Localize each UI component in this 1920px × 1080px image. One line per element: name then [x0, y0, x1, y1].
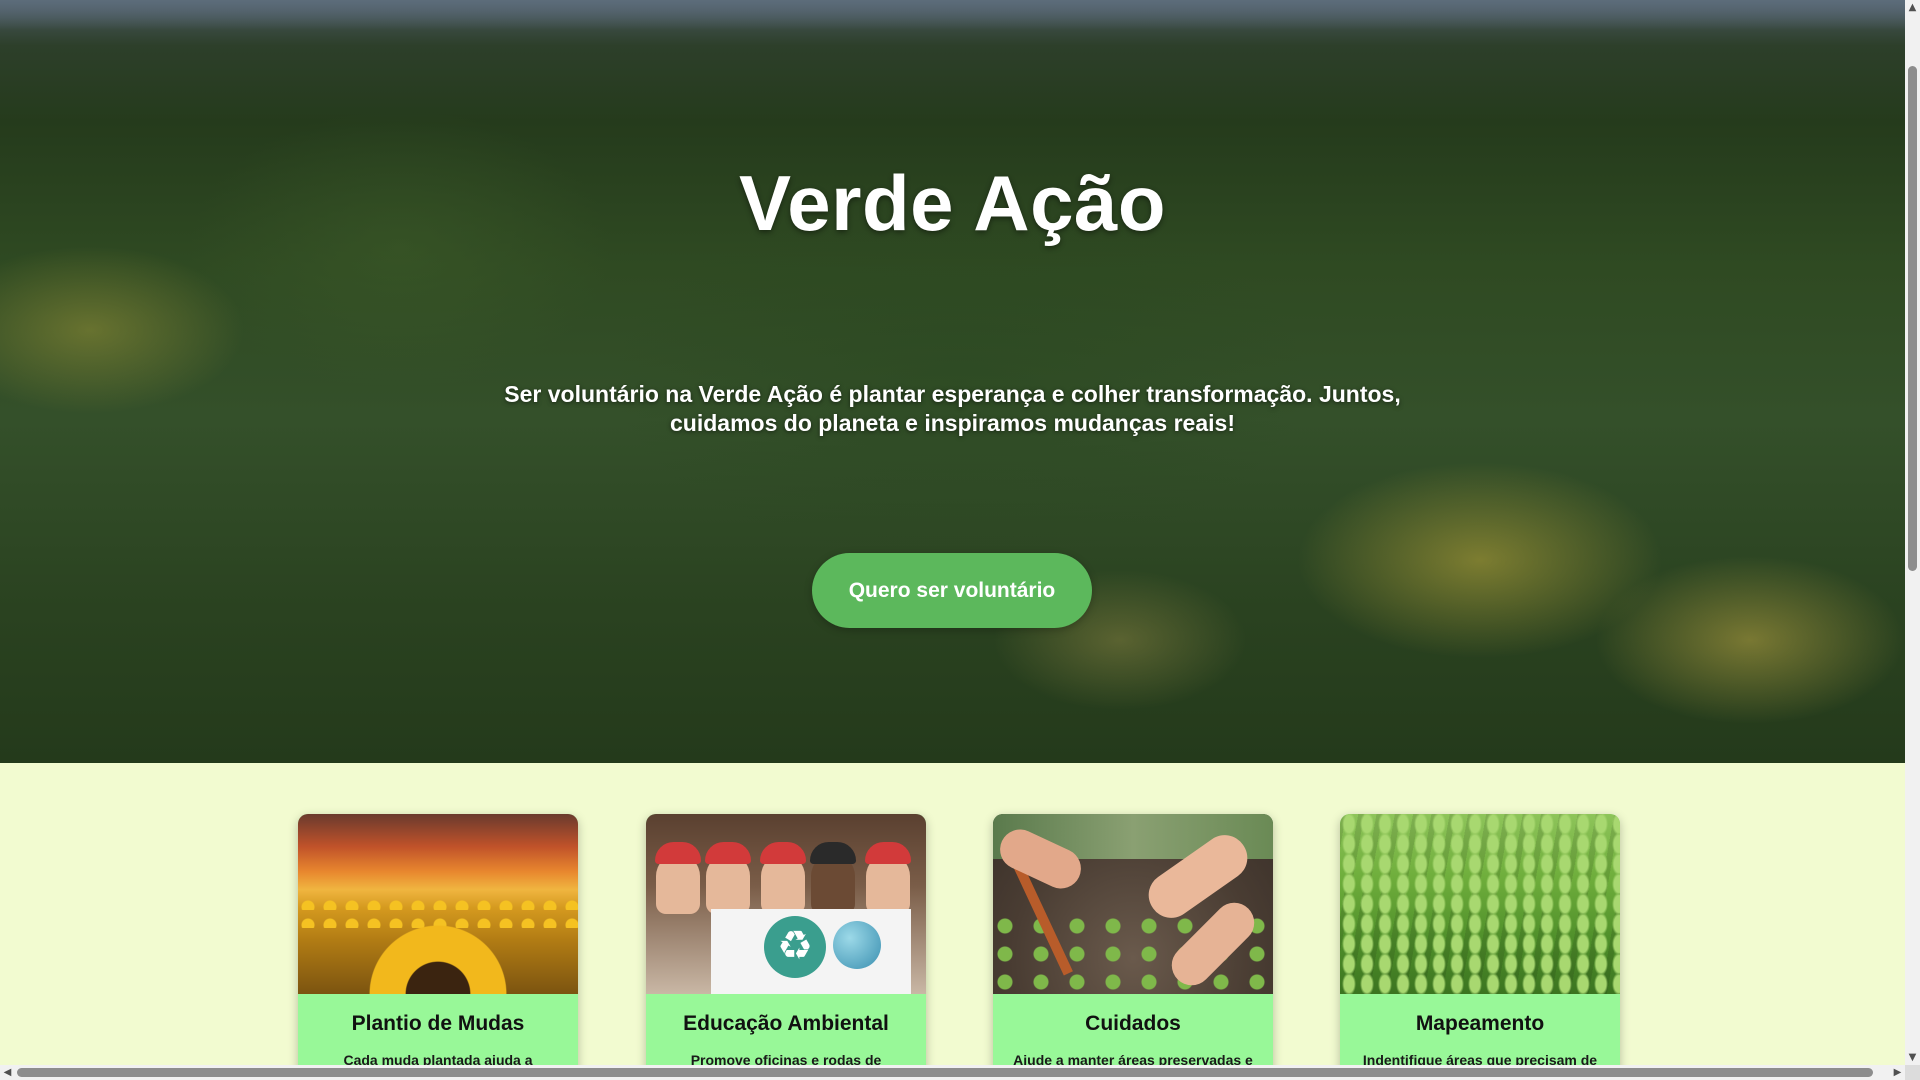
recycle-icon: ♻	[764, 916, 826, 978]
hero-subtitle: Ser voluntário na Verde Ação é plantar e…	[504, 381, 1401, 436]
card-plantio[interactable]: Plantio de Mudas Cada muda plantada ajud…	[298, 814, 578, 1065]
activities-section: Plantio de Mudas Cada muda plantada ajud…	[0, 763, 1905, 1065]
hero-title: Verde Ação	[739, 159, 1166, 247]
volunteer-cta-button[interactable]: Quero ser voluntário	[812, 553, 1092, 628]
horizontal-scroll-thumb[interactable]	[17, 1068, 1873, 1077]
card-title: Educação Ambiental	[683, 1012, 889, 1035]
scroll-up-arrow-icon[interactable]: ▲	[1905, 0, 1920, 15]
horizontal-scrollbar[interactable]: ◀ ▶	[0, 1065, 1905, 1080]
hero-section: Verde Ação Ser voluntário na Verde Ação …	[0, 0, 1905, 763]
card-title: Mapeamento	[1415, 1012, 1545, 1035]
card-text: Cada muda plantada ajuda a	[343, 1052, 533, 1065]
cap	[810, 842, 856, 864]
red-cap	[705, 842, 751, 864]
tree-rows	[1340, 814, 1620, 994]
scroll-left-arrow-icon[interactable]: ◀	[0, 1065, 15, 1080]
card-educacao[interactable]: ♻ Educação Ambiental Promove oficinas e …	[646, 814, 926, 1065]
card-image-sunflowers	[298, 814, 578, 994]
scroll-right-arrow-icon[interactable]: ▶	[1890, 1065, 1905, 1080]
red-cap	[655, 842, 701, 864]
card-title: Cuidados	[1085, 1012, 1181, 1035]
scroll-down-arrow-icon[interactable]: ▼	[1905, 1050, 1920, 1065]
card-text: Indentifique áreas que precisam de	[1362, 1052, 1598, 1065]
scrollbar-corner	[1905, 1065, 1920, 1080]
card-image-gardening	[993, 814, 1273, 994]
card-mapeamento[interactable]: Mapeamento Indentifique áreas que precis…	[1340, 814, 1620, 1065]
card-text: Promove oficinas e rodas de	[690, 1052, 882, 1065]
card-text: Ajude a manter áreas preservadas e	[1013, 1052, 1253, 1065]
vertical-scrollbar[interactable]: ▲ ▼	[1905, 0, 1920, 1065]
globe-icon	[833, 921, 881, 969]
card-image-kids: ♻	[646, 814, 926, 994]
page-viewport: Verde Ação Ser voluntário na Verde Ação …	[0, 0, 1905, 1065]
red-cap	[865, 842, 911, 864]
red-cap	[760, 842, 806, 864]
card-cuidados[interactable]: Cuidados Ajude a manter áreas preservada…	[993, 814, 1273, 1065]
hero-background-photo	[0, 0, 1905, 30]
vertical-scroll-thumb[interactable]	[1908, 66, 1917, 571]
card-image-tree-plantation	[1340, 814, 1620, 994]
card-title: Plantio de Mudas	[351, 1012, 525, 1035]
